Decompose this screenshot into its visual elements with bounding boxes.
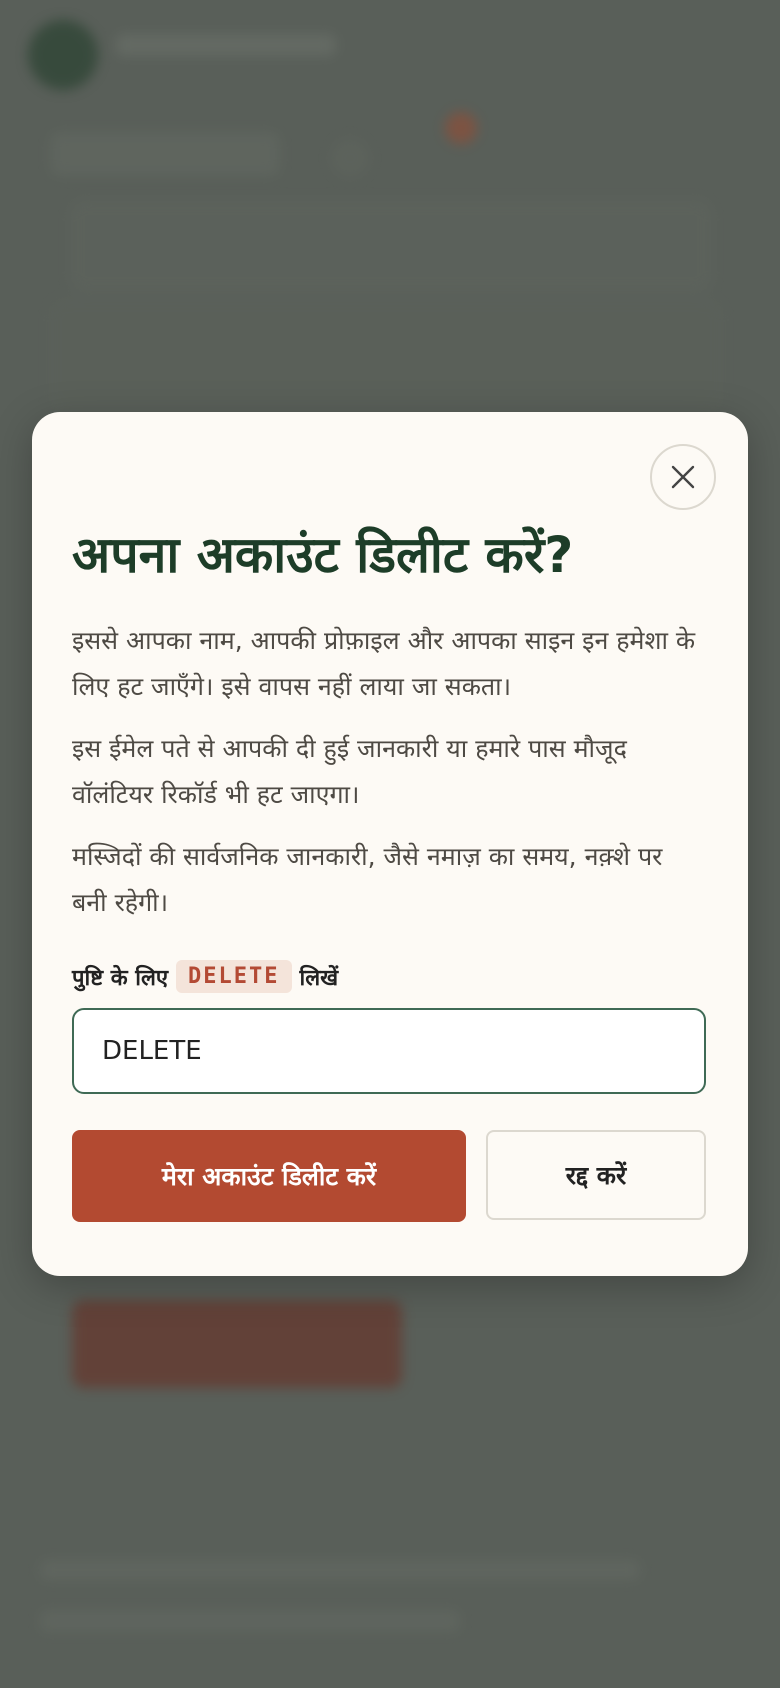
confirm-delete-input[interactable] (72, 1008, 706, 1094)
background-title (116, 34, 336, 56)
background-logo (28, 20, 98, 90)
background-card (50, 300, 722, 412)
cancel-button[interactable]: रद्द करें (486, 1130, 706, 1220)
background-language-selector (50, 132, 280, 176)
dialog-title: अपना अकाउंट डिलीट करें? (72, 526, 574, 584)
info-paragraph-public-data: मस्जिदों की सार्वजनिक जानकारी, जैसे नमाज… (72, 842, 663, 917)
confirm-code-badge: DELETE (176, 960, 292, 993)
delete-account-dialog: अपना अकाउंट डिलीट करें? इससे आपका नाम, आ… (32, 412, 748, 1276)
confirm-label-suffix: लिखें (299, 965, 339, 991)
background-footer-text (40, 1560, 640, 1580)
background-delete-button (72, 1300, 402, 1388)
background-notification-dot (445, 112, 477, 144)
warning-paragraph-records: इस ईमेल पते से आपकी दी हुई जानकारी या हम… (72, 734, 627, 809)
warning-paragraph-profile: इससे आपका नाम, आपकी प्रोफ़ाइल और आपका सा… (72, 626, 696, 701)
close-icon (671, 465, 695, 489)
background-icon (330, 138, 370, 178)
background-footer-links (40, 1610, 460, 1632)
background-card (70, 200, 712, 292)
confirm-label-prefix: पुष्टि के लिए (72, 965, 169, 991)
delete-account-button[interactable]: मेरा अकाउंट डिलीट करें (72, 1130, 466, 1222)
confirm-label: पुष्टि के लिए DELETE लिखें (72, 960, 338, 993)
close-button[interactable] (650, 444, 716, 510)
